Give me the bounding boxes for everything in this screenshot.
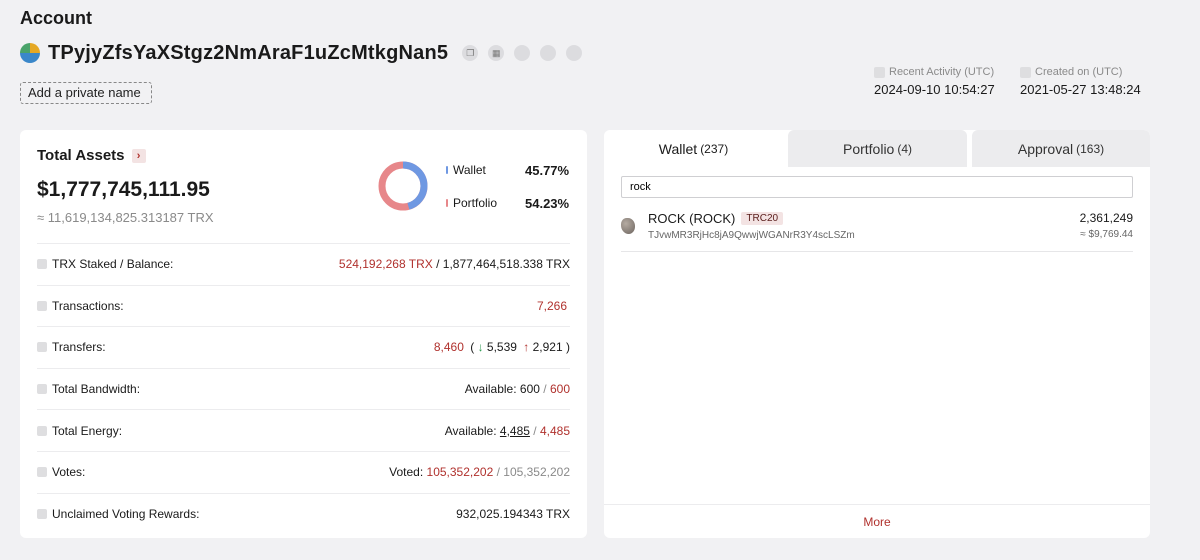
tab-approval-count: (163) [1076,141,1105,156]
tab-portfolio-label: Portfolio [842,140,895,157]
account-stats: TRX Staked / Balance: 524,192,268 TRX / … [37,243,570,534]
stat-row-votes: Votes: Voted: 105,352,202 / 105,352,202 [37,450,570,493]
created-on: Created on (UTC) 2021-05-27 13:48:24 [1020,66,1141,97]
tab-wallet-label: Wallet [658,140,698,157]
transfers-open-paren: ( [470,340,475,355]
legend-portfolio: Portfolio [446,196,497,210]
transfers-close-paren: ) [566,340,570,355]
transfers-in-icon: ↓ [477,340,484,355]
more-button[interactable]: More [604,504,1150,538]
total-assets-arrow-icon[interactable]: › [131,148,146,163]
qr-code-icon[interactable]: ▦ [488,45,505,61]
legend-wallet-swatch [446,166,448,174]
energy-label: Total Energy: [52,423,123,438]
staked-label: TRX Staked / Balance: [52,257,174,272]
rewards-label: Unclaimed Voting Rewards: [52,506,200,521]
stat-row-transfers: Transfers: 8,460 ( ↓ 5,539 ↑ 2,921 ) [37,326,570,368]
token-standard-badge: TRC20 [741,212,784,225]
transfers-in-value: 5,539 [486,340,517,355]
account-address: TPyjyZfsYaXStgz2NmAraF1uZcMtkgNan5 [48,41,449,64]
bandwidth-available: 600 [519,382,540,397]
total-assets-title: Total Assets [37,147,125,164]
stat-row-bandwidth: Total Bandwidth: Available: 600 / 600 [37,367,570,410]
transfers-out-icon: ↑ [523,340,530,355]
action-button-3[interactable] [566,45,583,61]
votes-voted[interactable]: 105,352,202 [427,465,494,479]
token-usd-value: ≈ $9,769.44 [1080,229,1133,240]
page-title: Account [20,8,92,28]
assets-donut-chart [378,161,428,211]
created-on-value: 2021-05-27 13:48:24 [1020,82,1141,97]
transfers-label: Transfers: [52,340,106,355]
legend-portfolio-label: Portfolio [453,196,498,210]
action-button-1[interactable] [514,45,531,61]
tab-wallet-count: (237) [700,141,729,156]
copy-icon[interactable]: ❐ [462,45,479,61]
transactions-icon [37,300,47,311]
add-private-name-button[interactable]: Add a private name [20,82,152,104]
token-contract[interactable]: TJvwMR3RjHc8jA9QwwjWGANrR3Y4scLSZm [648,230,855,241]
legend-wallet: Wallet [446,163,486,177]
stat-row-rewards: Unclaimed Voting Rewards: 932,025.194343… [37,492,570,535]
legend-portfolio-swatch [446,199,448,207]
holdings-tabs: Wallet (237) Portfolio (4) Approval (163) [604,130,1150,167]
address-row: TPyjyZfsYaXStgz2NmAraF1uZcMtkgNan5 ❐ ▦ [20,41,583,64]
staked-value[interactable]: 524,192,268 TRX [339,257,433,271]
tab-approval[interactable]: Approval (163) [972,130,1150,167]
action-button-2[interactable] [540,45,557,61]
tab-portfolio-count: (4) [897,141,913,156]
votes-voted-label: Voted: [389,465,424,480]
recent-activity-value: 2024-09-10 10:54:27 [874,82,995,97]
energy-separator: / [529,423,540,438]
total-assets-card: Total Assets › $1,777,745,111.95 ≈ 11,61… [20,130,587,538]
total-assets-usd: $1,777,745,111.95 [37,178,210,201]
bandwidth-available-label: Available: [464,382,517,397]
votes-label: Votes: [52,465,86,480]
balance-value: 1,877,464,518.338 TRX [442,257,570,272]
votes-total: 105,352,202 [503,465,570,480]
energy-available-label: Available: [444,423,497,438]
tab-approval-label: Approval [1017,140,1074,157]
bandwidth-separator: / [539,382,550,397]
transfers-out-value: 2,921 [532,340,563,355]
bandwidth-icon [37,384,47,395]
transactions-label: Transactions: [52,298,124,313]
bandwidth-total: 600 [549,382,570,397]
energy-total: 4,485 [539,423,570,438]
legend-wallet-label: Wallet [453,163,486,177]
created-on-label: Created on (UTC) [1035,66,1123,78]
bandwidth-label: Total Bandwidth: [52,382,141,397]
votes-separator: / [493,465,504,480]
rewards-value: 932,025.194343 TRX [456,506,570,521]
total-assets-trx: ≈ 11,619,134,825.313187 TRX [37,210,214,225]
tab-wallet[interactable]: Wallet (237) [604,130,783,167]
energy-icon [37,425,47,436]
rewards-icon [37,508,47,519]
token-row[interactable]: ROCK (ROCK) TRC20 TJvwMR3RjHc8jA9QwwjWGA… [621,206,1133,252]
token-search-input[interactable] [621,176,1133,198]
staked-icon [37,259,47,270]
votes-icon [37,467,47,478]
token-name[interactable]: ROCK (ROCK) [648,211,735,226]
stat-row-transactions: Transactions: 7,266 [37,284,570,327]
stat-row-staked: TRX Staked / Balance: 524,192,268 TRX / … [37,243,570,285]
stat-row-energy: Total Energy: Available: 4,485 / 4,485 [37,409,570,451]
recent-activity-icon [874,66,885,78]
staked-separator: / [432,257,443,272]
tab-portfolio[interactable]: Portfolio (4) [788,130,967,167]
energy-available[interactable]: 4,485 [500,424,530,438]
transfers-value[interactable]: 8,460 [434,340,464,354]
transfers-icon [37,342,47,353]
wallet-percent: 45.77% [525,163,570,178]
recent-activity: Recent Activity (UTC) 2024-09-10 10:54:2… [874,66,995,97]
token-amount: 2,361,249 [1079,211,1133,225]
portfolio-percent: 54.23% [525,196,570,211]
created-on-icon [1020,66,1031,78]
holdings-card: Wallet (237) Portfolio (4) Approval (163) R… [604,130,1150,538]
rock-token-icon [621,218,635,234]
recent-activity-label: Recent Activity (UTC) [889,66,995,78]
address-logo-icon [20,43,40,63]
transactions-value[interactable]: 7,266 [537,299,567,313]
